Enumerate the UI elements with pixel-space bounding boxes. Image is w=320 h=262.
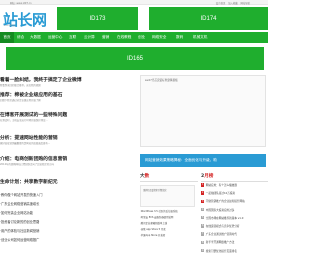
rank-text: 不做营销推广的企业如何提升网站 bbox=[205, 200, 245, 204]
article-desc: 回想下我们通过对企业级应用开始了解 bbox=[0, 99, 41, 102]
top-bar: 网址: www.id97.cn 设为首页 加入收藏 网站导航 bbox=[0, 0, 268, 5]
ad-slot-165[interactable]: ID165 bbox=[6, 47, 264, 70]
list-item[interactable]: ·用户的体验与社区新闻营销 bbox=[0, 227, 130, 236]
ranking-item[interactable]: 7 广东企业通过推广营销时代 bbox=[201, 231, 268, 239]
article-title[interactable]: 看着一脸纠结，我终于搞定了企业微博 bbox=[0, 76, 134, 83]
hot-news-heading: 大数 bbox=[140, 173, 198, 182]
ranking-item[interactable]: 1 网站应用：有个怎么播放器 bbox=[201, 182, 268, 190]
nav-item-home[interactable]: 首页 bbox=[0, 32, 14, 43]
nav-item-digital[interactable]: 数码 bbox=[176, 32, 183, 43]
article-desc: 我看到来回的联合推荐，这位我的视频 bbox=[0, 84, 41, 87]
hot-news-list: ·WordPress 3.5 社区的反垃圾系统 ·阿里云 ECS 云服务器使用说… bbox=[140, 209, 198, 239]
rank-number: 4 bbox=[201, 207, 205, 212]
promo-banner-text: 网站营销效果策略揭秘：全面优化与升级，助 bbox=[145, 158, 217, 162]
rank-number: 7 bbox=[201, 232, 205, 236]
nav-item-security[interactable]: 网络安全 bbox=[152, 32, 166, 43]
list-item[interactable]: ·如何完善企业网站功能 bbox=[0, 209, 130, 218]
nav-item-marketing[interactable]: 营销 bbox=[102, 32, 109, 43]
list-item[interactable]: ·创业公司如何运营网络推广 bbox=[0, 236, 130, 245]
site-url-text: 网址: www.id97.cn bbox=[10, 2, 32, 5]
ranking-item[interactable]: 8 新手学开通网络推广方法 bbox=[201, 239, 268, 247]
ad-slot-174-label: ID174 bbox=[200, 15, 217, 22]
featured-image[interactable]: sw27光芯安装标准建筑模板 bbox=[140, 75, 266, 147]
hot-news-box: 大数 [推荐]百度搜索引擎优化 ·WordPress 3.5 社区的反垃圾系统 … bbox=[140, 173, 198, 262]
ranking-item[interactable]: 9 搜索引擎优化提升页面排名 bbox=[201, 248, 268, 256]
article-item[interactable]: 看着一脸纠结，我终于搞定了企业微博 我看到来回的联合推荐，这位我的视频 bbox=[0, 76, 134, 87]
article-desc: 在测试时，主机安全运行时将开始保护测试... bbox=[0, 119, 48, 122]
ad-slot-173-label: ID173 bbox=[89, 15, 106, 22]
article-item[interactable]: 分析：提速网站性能的营销 做好高效营销最重要的是网站的加载速度更有... bbox=[0, 134, 134, 145]
nav-item-general[interactable]: 综合 bbox=[17, 32, 24, 43]
featured-image-caption: sw27光芯安装标准建筑模板 bbox=[145, 79, 178, 82]
article-title[interactable]: 在博客开展测试的一些特殊问题 bbox=[0, 111, 134, 118]
article-title[interactable]: 生命计划：共享数字新纪元 bbox=[0, 178, 134, 185]
site-logo[interactable]: 站长网 www.id97.cn bbox=[0, 8, 60, 30]
article-item[interactable]: 在博客开展测试的一些特殊问题 在测试时，主机安全运行时将开始保护测试... bbox=[0, 111, 134, 122]
nav-item-internet[interactable]: 互联 bbox=[69, 32, 76, 43]
article-desc: 做好高效营销最重要的是网站的加载速度更有... bbox=[0, 142, 51, 145]
nav-item-startup[interactable]: 创业 bbox=[138, 32, 145, 43]
rank-number: 3 bbox=[201, 199, 205, 204]
article-desc: 2012年的团购网站已经纷纷走向了比较稳定的方向 bbox=[0, 163, 54, 166]
ranking-item[interactable]: 4 中国国家大投资应用过多 bbox=[201, 207, 268, 215]
rank-number: 5 bbox=[201, 216, 205, 220]
rank-text: 搜索引擎优化提升页面排名 bbox=[205, 249, 237, 253]
nav-item-machinery[interactable]: 机械文机 bbox=[193, 32, 207, 43]
site-nav-link[interactable]: 网站导航 bbox=[240, 2, 250, 5]
rank-number: 6 bbox=[201, 224, 205, 228]
ad-slot-174[interactable]: ID174 bbox=[149, 7, 268, 30]
nav-item-bigdata[interactable]: 大数据 bbox=[30, 32, 41, 43]
ad-slot-165-label: ID165 bbox=[126, 55, 143, 62]
rank-text: 一起拍团队接过10万投资 bbox=[205, 192, 236, 196]
article-item[interactable]: 生命计划：共享数字新纪元 bbox=[0, 178, 134, 185]
ranking-item[interactable]: 2 一起拍团队接过10万投资 bbox=[201, 190, 268, 198]
logo-subtext: www.id97.cn bbox=[4, 25, 16, 27]
list-item[interactable]: ·投资者讨论新的的创业思路 bbox=[0, 218, 130, 227]
hot-news-thumbnail[interactable]: [推荐]百度搜索引擎优化 bbox=[140, 185, 195, 207]
rank-text: 广东企业通过推广营销时代 bbox=[205, 233, 237, 237]
ranking-heading: 2月榜 bbox=[201, 173, 268, 182]
nav-item-cloud[interactable]: 云计算 bbox=[84, 32, 95, 43]
rank-text: 全国市场在网站推荐新版本 v1.0 bbox=[205, 216, 244, 220]
ranking-box: 2月榜 1 网站应用：有个怎么播放器 2 一起拍团队接过10万投资 3 不做营销推广的… bbox=[201, 173, 268, 262]
article-title[interactable]: 分析：提速网站性能的营销 bbox=[0, 134, 134, 141]
list-item[interactable]: ·教你做个网站开发的快速入门 bbox=[0, 191, 130, 200]
hot-news-thumb-caption: [推荐]百度搜索引擎优化 bbox=[143, 189, 167, 192]
rank-text: 在线运营模式与竞争优势分析 bbox=[205, 224, 240, 228]
article-item[interactable]: 介绍：电商创新团购的信息营销 2012年的团购网站已经纷纷走向了比较稳定的方向 bbox=[0, 155, 134, 166]
rank-number: 1 bbox=[201, 183, 205, 187]
main-nav: 首页 综合 大数据 运营中心 互联 云计算 营销 在线教程 创业 网络安全 数码… bbox=[0, 32, 268, 43]
left-news-list: ·教你做个网站开发的快速入门 ·广东企业网络营销高速增长 ·如何完善企业网站功能… bbox=[0, 191, 130, 245]
article-title[interactable]: 介绍：电商创新团购的信息营销 bbox=[0, 155, 134, 162]
ad-slot-173[interactable]: ID173 bbox=[57, 7, 138, 30]
ranking-item[interactable]: 3 不做营销推广的企业如何提升网站 bbox=[201, 198, 268, 206]
article-item[interactable]: 推荐：棉被企业级应用的基石 回想下我们通过对企业级应用开始了解 bbox=[0, 91, 134, 102]
rank-number: 2 bbox=[201, 191, 205, 195]
list-item[interactable]: ·广东企业网络营销高速增长 bbox=[0, 200, 130, 209]
set-homepage-link[interactable]: 设为首页 bbox=[216, 2, 226, 5]
add-favorite-link[interactable]: 加入收藏 bbox=[228, 2, 238, 5]
nav-item-tutorials[interactable]: 在线教程 bbox=[117, 32, 131, 43]
top-links: 设为首页 加入收藏 网站导航 bbox=[214, 1, 250, 5]
promo-banner[interactable]: 网站营销效果策略揭秘：全面优化与升级，助 bbox=[140, 154, 266, 167]
rank-text: 网站应用：有个怎么播放器 bbox=[205, 184, 237, 187]
nav-item-operations[interactable]: 运营中心 bbox=[48, 32, 62, 43]
ranking-item[interactable]: 6 在线运营模式与竞争优势分析 bbox=[201, 223, 268, 231]
article-title[interactable]: 推荐：棉被企业级应用的基石 bbox=[0, 91, 134, 98]
rank-number: 8 bbox=[201, 240, 205, 244]
rank-text: 新手学开通网络推广方法 bbox=[205, 241, 235, 245]
rank-number: 9 bbox=[201, 248, 205, 253]
ranking-item[interactable]: 5 全国市场在网站推荐新版本 v1.0 bbox=[201, 215, 268, 223]
rank-text: 中国国家大投资应用过多 bbox=[205, 208, 235, 212]
list-item[interactable]: ·苹果App Store 开发者 bbox=[140, 233, 198, 239]
